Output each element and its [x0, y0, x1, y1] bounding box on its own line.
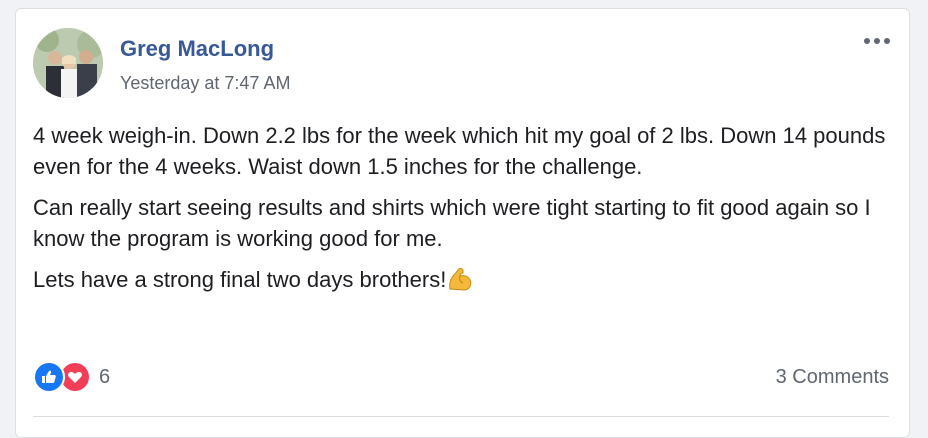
flexed-biceps-icon: [446, 265, 474, 293]
post-paragraph: Can really start seeing results and shir…: [33, 195, 871, 251]
divider: [33, 416, 889, 417]
post-timestamp[interactable]: Yesterday at 7:47 AM: [120, 73, 290, 94]
more-options-icon[interactable]: [864, 35, 894, 47]
comments-link[interactable]: 3 Comments: [776, 366, 889, 389]
avatar[interactable]: [33, 28, 103, 98]
reactions-summary[interactable]: 6: [33, 361, 111, 393]
post-paragraph: Lets have a strong final two days brothe…: [33, 264, 893, 295]
post-body: 4 week weigh-in. Down 2.2 lbs for the we…: [33, 120, 893, 305]
post-paragraph: 4 week weigh-in. Down 2.2 lbs for the we…: [33, 123, 886, 179]
author-name[interactable]: Greg MacLong: [120, 36, 274, 62]
post-paragraph-text: Lets have a strong final two days brothe…: [33, 267, 447, 292]
like-icon: [33, 361, 65, 393]
reaction-count: 6: [99, 365, 111, 388]
post-card: Greg MacLong Yesterday at 7:47 AM 4 week…: [15, 8, 910, 438]
